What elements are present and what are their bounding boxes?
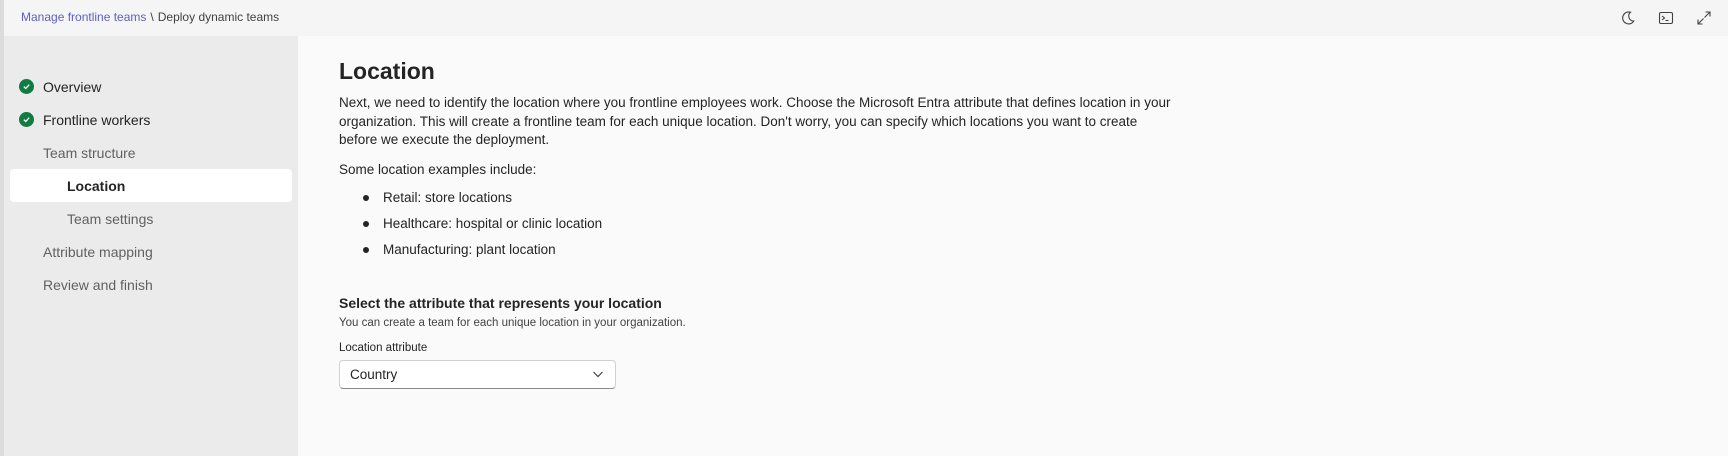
sidebar-item-team-structure[interactable]: Team structure xyxy=(4,136,298,169)
breadcrumb-separator: \ xyxy=(150,10,154,24)
list-item: Healthcare: hospital or clinic location xyxy=(363,211,1179,237)
sidebar-item-overview[interactable]: Overview xyxy=(4,70,298,103)
location-attribute-dropdown[interactable]: Country xyxy=(339,359,616,389)
main-content: Location Next, we need to identify the l… xyxy=(298,36,1728,456)
dropdown-value: Country xyxy=(350,366,398,382)
sidebar-item-label: Location xyxy=(67,177,126,194)
sidebar-item-label: Overview xyxy=(43,78,102,95)
location-step-content: Location Next, we need to identify the l… xyxy=(339,54,1179,389)
sidebar-item-label: Attribute mapping xyxy=(43,243,153,260)
sidebar-item-location[interactable]: Location xyxy=(10,169,292,202)
sidebar-item-frontline-workers[interactable]: Frontline workers xyxy=(4,103,298,136)
sidebar-item-team-settings[interactable]: Team settings xyxy=(4,202,298,235)
intro-paragraph: Next, we need to identify the location w… xyxy=(339,95,1171,147)
wizard-step-nav: Overview Frontline workers Team structur… xyxy=(4,36,298,456)
sidebar-item-label: Review and finish xyxy=(43,276,153,293)
location-attribute-label: Location attribute xyxy=(339,341,428,354)
sidebar-item-label: Frontline workers xyxy=(43,111,151,128)
section-subtitle: You can create a team for each unique lo… xyxy=(339,316,686,329)
checkmark-icon xyxy=(19,79,34,94)
terminal-icon[interactable] xyxy=(1656,8,1676,28)
sidebar-item-attribute-mapping[interactable]: Attribute mapping xyxy=(4,235,298,268)
list-item: Manufacturing: plant location xyxy=(363,237,1179,263)
sidebar-item-label: Team settings xyxy=(67,210,154,227)
breadcrumb-current: Deploy dynamic teams xyxy=(157,10,280,24)
sidebar-item-review-and-finish[interactable]: Review and finish xyxy=(4,268,298,301)
breadcrumb-parent-link[interactable]: Manage frontline teams xyxy=(21,10,146,24)
top-bar: Manage frontline teams \ Deploy dynamic … xyxy=(4,0,1728,36)
sidebar-item-label: Team structure xyxy=(43,144,136,161)
moon-icon[interactable] xyxy=(1618,8,1638,28)
section-title: Select the attribute that represents you… xyxy=(339,294,662,311)
top-actions xyxy=(1618,8,1714,28)
page-title: Location xyxy=(339,58,435,84)
expand-icon[interactable] xyxy=(1694,8,1714,28)
examples-list: Retail: store locations Healthcare: hosp… xyxy=(339,185,1179,263)
checkmark-icon xyxy=(19,112,34,127)
breadcrumb: Manage frontline teams \ Deploy dynamic … xyxy=(21,10,279,24)
examples-label: Some location examples include: xyxy=(339,161,537,177)
list-item: Retail: store locations xyxy=(363,185,1179,211)
chevron-down-icon xyxy=(591,367,605,381)
